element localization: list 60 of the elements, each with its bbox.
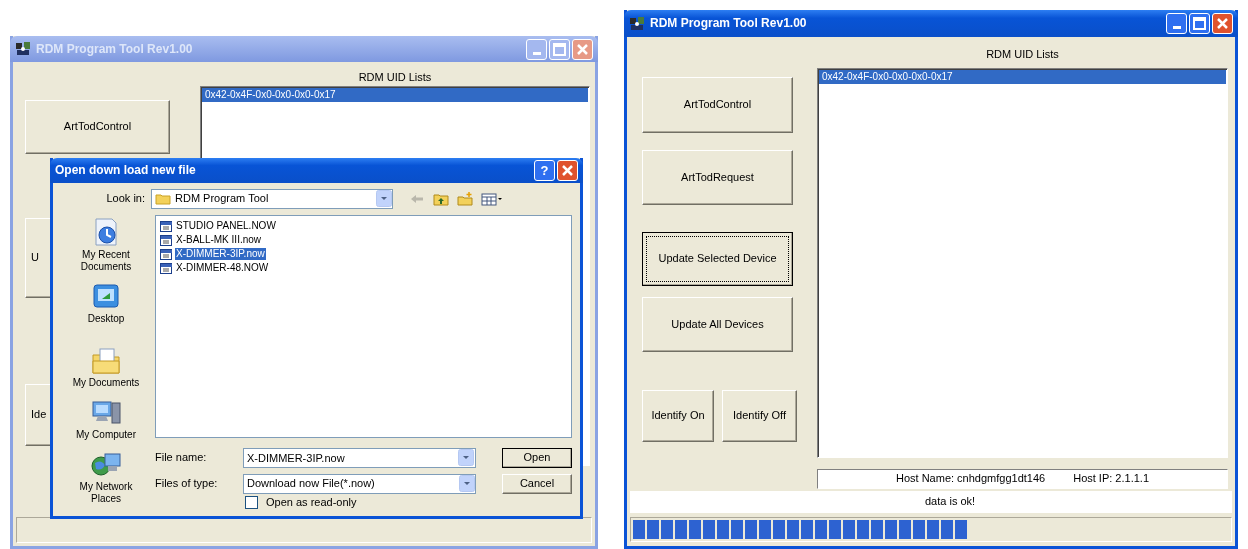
host-name-text: Host Name: cnhdgmfgg1dt146: [896, 472, 1046, 486]
push-button[interactable]: Identify Off: [722, 390, 797, 442]
window-title: RDM Program Tool Rev1.00: [36, 41, 193, 57]
close-button[interactable]: [572, 38, 593, 60]
file-type-dropdown[interactable]: Download now File(*.now): [243, 474, 476, 494]
window-title: Open down load new file: [55, 163, 196, 178]
dropdown-value: RDM Program Tool: [175, 192, 270, 206]
close-button[interactable]: [557, 160, 578, 181]
places-bar-item[interactable]: Desktop: [66, 281, 146, 325]
places-bar-item[interactable]: My Computer: [66, 397, 146, 441]
host-ip-text: Host IP: 2.1.1.1: [1073, 472, 1149, 486]
file-icon: [160, 247, 172, 260]
field-label: File name:: [155, 451, 208, 465]
list-item[interactable]: 0x42-0x4F-0x0-0x0-0x0-0x17: [202, 88, 588, 102]
places-bar-item[interactable]: My Network Places: [66, 449, 146, 505]
file-item[interactable]: STUDIO PANEL.NOW: [175, 219, 277, 232]
places-bar-item[interactable]: My Documents: [66, 345, 146, 389]
look-in-dropdown[interactable]: RDM Program Tool: [151, 189, 393, 209]
caret-icon: [376, 190, 392, 208]
maximize-icon: [1190, 14, 1209, 33]
minimize-icon: [532, 51, 541, 55]
push-button[interactable]: Identify On: [642, 390, 714, 442]
folder-icon: [90, 345, 122, 377]
close-button[interactable]: [1212, 13, 1233, 34]
file-icon: [160, 261, 172, 274]
caret-icon: [459, 475, 475, 493]
folder-icon: [155, 191, 171, 207]
file-icon: [160, 219, 172, 232]
window-title: RDM Program Tool Rev1.00: [650, 16, 807, 31]
file-icon: [160, 233, 172, 246]
view-menu-icon[interactable]: [481, 191, 503, 207]
caret-icon: [458, 449, 474, 467]
push-button[interactable]: ArtTodControl: [25, 100, 170, 154]
dropdown-value: Download now File(*.now): [247, 477, 376, 491]
file-item[interactable]: X-DIMMER-48.NOW: [175, 261, 270, 274]
status-text: data is ok!: [925, 495, 976, 509]
push-button[interactable]: Update Selected Device: [642, 232, 793, 286]
dialog-button[interactable]: Open: [502, 448, 572, 468]
help-button[interactable]: ?: [534, 160, 555, 181]
field-label: Look in:: [105, 192, 146, 206]
places-bar-item[interactable]: My Recent Documents: [66, 217, 146, 273]
push-button[interactable]: Update All Devices: [642, 297, 793, 352]
file-item[interactable]: X-DIMMER-3IP.now: [175, 247, 266, 260]
maximize-button[interactable]: [1189, 13, 1210, 34]
dialog-button[interactable]: Cancel: [502, 474, 572, 494]
file-name-field[interactable]: X-DIMMER-3IP.now: [243, 448, 476, 468]
app-icon: [629, 15, 645, 32]
checkbox[interactable]: [245, 496, 258, 510]
list-item[interactable]: 0x42-0x4F-0x0-0x0-0x0-0x17: [819, 70, 1226, 84]
app-icon: [15, 41, 31, 57]
field-label: Files of type:: [155, 477, 219, 491]
push-button[interactable]: ArtTodRequest: [642, 150, 793, 205]
minimize-button[interactable]: [1166, 13, 1187, 34]
list-heading: RDM UID Lists: [357, 70, 433, 85]
up-folder-icon[interactable]: [433, 191, 449, 207]
minimize-icon: [1172, 26, 1181, 29]
push-button[interactable]: ArtTodControl: [642, 77, 793, 133]
file-item[interactable]: X-BALL-MK III.now: [175, 233, 263, 246]
list-heading: RDM UID Lists: [985, 47, 1060, 62]
checkbox-label: Open as read-only: [266, 496, 357, 510]
